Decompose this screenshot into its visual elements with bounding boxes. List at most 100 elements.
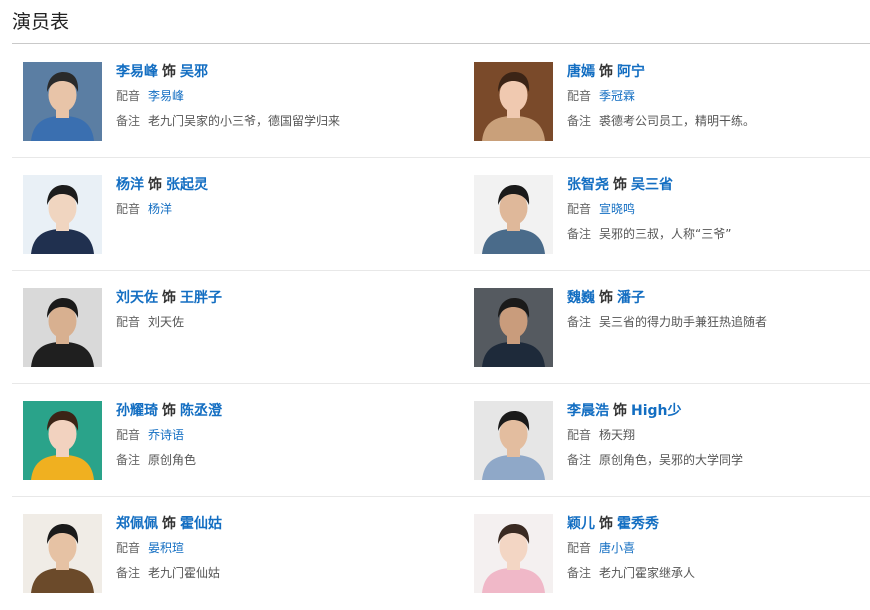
actor-name-link[interactable]: 颖儿 [567,516,595,532]
actor-name-link[interactable]: 李易峰 [116,64,158,80]
note-label: 备注 [116,453,141,467]
cast-row: 刘天佐饰王胖子 配音 刘天佐 魏巍饰潘子 备注 吴三省的得力助手兼狂热追随者 [0,271,870,384]
voice-actor: 刘天佐 [148,315,185,329]
note-text: 老九门吴家的小三爷，德国留学归来 [148,114,341,128]
actor-photo[interactable] [474,62,553,141]
as-label: 饰 [613,403,627,419]
name-line: 李晨浩饰 High少 [567,401,867,423]
role-name-link[interactable]: 王胖子 [180,290,222,306]
actor-name-link[interactable]: 李晨浩 [567,403,609,419]
voice-field: 配音 晏积瑄 [116,540,416,561]
note-field: 备注 原创角色，吴邪的大学同学 [567,452,867,473]
cast-info: 唐嫣饰阿宁配音 季冠霖备注 裘德考公司员工，精明干练。 [567,62,867,134]
note-field: 备注 裘德考公司员工，精明干练。 [567,113,867,134]
voice-label: 配音 [116,428,141,442]
note-text: 吴三省的得力助手兼狂热追随者 [599,315,768,329]
note-field: 备注 原创角色 [116,452,416,473]
actor-name-link[interactable]: 郑佩佩 [116,516,158,532]
name-line: 郑佩佩饰霍仙姑 [116,514,416,536]
name-line: 唐嫣饰阿宁 [567,62,867,84]
voice-label: 配音 [567,89,592,103]
cast-row: 杨洋饰张起灵 配音 杨洋 张智尧饰吴三省 配音 宣晓鸣 备注 吴邪的三叔，人称“三爷” [0,158,870,271]
voice-field: 配音 李易峰 [116,88,416,109]
voice-field: 配音 季冠霖 [567,88,867,109]
role-name-link[interactable]: 陈丞澄 [180,403,222,419]
voice-label: 配音 [116,315,141,329]
cast-info: 杨洋饰张起灵 配音 杨洋 [116,175,416,222]
voice-actor[interactable]: 乔诗语 [148,428,184,442]
actor-photo[interactable] [23,62,102,141]
voice-label: 配音 [116,89,141,103]
note-label: 备注 [567,453,592,467]
voice-field: 配音 杨天翔 [567,427,867,448]
as-label: 饰 [162,290,176,306]
name-line: 颖儿饰霍秀秀 [567,514,867,536]
actor-name-link[interactable]: 刘天佐 [116,290,158,306]
voice-actor[interactable]: 杨洋 [148,202,172,216]
role-name-link[interactable]: High少 [631,403,682,419]
cast-list: 李易峰饰吴邪 配音 李易峰 备注 老九门吴家的小三爷，德国留学归来 唐嫣饰阿宁 配音 季冠霖备… [0,45,870,610]
actor-photo[interactable] [474,288,553,367]
actor-name-link[interactable]: 杨洋 [116,177,144,193]
as-label: 饰 [599,290,613,306]
note-field: 备注 老九门霍仙姑 [116,565,416,586]
as-label: 饰 [599,64,613,80]
actor-photo[interactable] [474,514,553,593]
note-text: 裘德考公司员工，精明干练。 [599,114,756,128]
as-label: 饰 [162,64,176,80]
actor-photo[interactable] [23,514,102,593]
voice-field: 配音 唐小喜 [567,540,867,561]
cast-page: 演员表 李易峰饰吴邪 配音 李易峰 备注 老九门吴家的小三爷，德国留学归来 唐嫣饰阿宁 配音… [0,0,870,605]
actor-photo[interactable] [474,175,553,254]
note-text: 老九门霍家继承人 [599,566,696,580]
title-divider [12,43,870,44]
role-name-link[interactable]: 吴邪 [180,64,208,80]
cast-info: 刘天佐饰王胖子 配音 刘天佐 [116,288,416,335]
voice-actor[interactable]: 宣晓鸣 [599,202,635,216]
name-line: 张智尧饰吴三省 [567,175,867,197]
voice-actor[interactable]: 季冠霖 [599,89,635,103]
cast-row: 李易峰饰吴邪 配音 李易峰 备注 老九门吴家的小三爷，德国留学归来 唐嫣饰阿宁 配音 季冠霖备… [0,45,870,158]
note-field: 备注 吴三省的得力助手兼狂热追随者 [567,314,867,335]
actor-photo[interactable] [23,175,102,254]
name-line: 李易峰饰吴邪 [116,62,416,84]
as-label: 饰 [162,516,176,532]
cast-info: 张智尧饰吴三省 配音 宣晓鸣 备注 吴邪的三叔，人称“三爷” [567,175,867,247]
note-label: 备注 [567,566,592,580]
name-line: 孙耀琦饰陈丞澄 [116,401,416,423]
actor-photo[interactable] [474,401,553,480]
actor-photo[interactable] [23,288,102,367]
voice-actor[interactable]: 唐小喜 [599,541,635,555]
as-label: 饰 [613,177,627,193]
note-text: 原创角色，吴邪的大学同学 [599,453,744,467]
role-name-link[interactable]: 潘子 [617,290,645,306]
voice-label: 配音 [567,202,592,216]
actor-name-link[interactable]: 魏巍 [567,290,595,306]
name-line: 魏巍饰潘子 [567,288,867,310]
note-text: 老九门霍仙姑 [148,566,221,580]
actor-name-link[interactable]: 唐嫣 [567,64,595,80]
cast-row: 郑佩佩饰霍仙姑 配音 晏积瑄 备注 老九门霍仙姑 颖儿饰霍秀秀 配音 唐小喜 备注 老九门霍家继承… [0,497,870,610]
actor-photo[interactable] [23,401,102,480]
note-text: 原创角色 [148,453,197,467]
name-line: 杨洋饰张起灵 [116,175,416,197]
note-label: 备注 [567,227,592,241]
voice-actor[interactable]: 李易峰 [148,89,184,103]
note-label: 备注 [116,114,141,128]
role-name-link[interactable]: 吴三省 [631,177,673,193]
actor-name-link[interactable]: 张智尧 [567,177,609,193]
voice-actor: 杨天翔 [599,428,636,442]
actor-name-link[interactable]: 孙耀琦 [116,403,158,419]
note-label: 备注 [567,315,592,329]
as-label: 饰 [162,403,176,419]
role-name-link[interactable]: 霍仙姑 [180,516,222,532]
voice-field: 配音 刘天佐 [116,314,416,335]
cast-info: 李易峰饰吴邪 配音 李易峰 备注 老九门吴家的小三爷，德国留学归来 [116,62,416,134]
role-name-link[interactable]: 霍秀秀 [617,516,659,532]
cast-row: 孙耀琦饰陈丞澄 配音 乔诗语 备注 原创角色 李晨浩饰 High少 配音 杨天翔 备注 原创角色，吴… [0,384,870,497]
voice-actor[interactable]: 晏积瑄 [148,541,184,555]
as-label: 饰 [599,516,613,532]
role-name-link[interactable]: 张起灵 [166,177,208,193]
role-name-link[interactable]: 阿宁 [617,64,645,80]
voice-field: 配音 乔诗语 [116,427,416,448]
